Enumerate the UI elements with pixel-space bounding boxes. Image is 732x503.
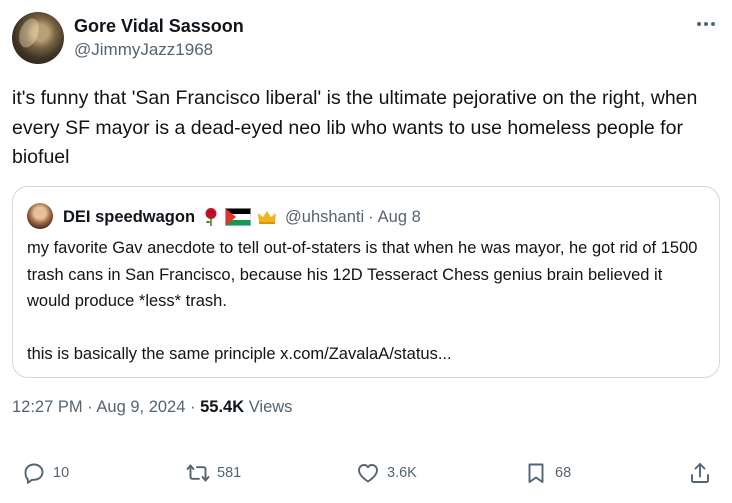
tweet-date[interactable]: Aug 9, 2024: [96, 398, 185, 416]
author-display-name[interactable]: Gore Vidal Sassoon: [74, 16, 244, 37]
tweet-header: Gore Vidal Sassoon @JimmyJazz1968: [12, 12, 720, 68]
quoted-display-name[interactable]: DEI speedwagon: [63, 208, 195, 227]
reply-icon: [24, 463, 44, 484]
like-button[interactable]: 3.6K: [356, 455, 417, 491]
repost-count: 581: [217, 465, 242, 481]
repost-icon: [186, 464, 210, 482]
repost-button[interactable]: 581: [186, 455, 241, 491]
share-icon: [691, 463, 709, 483]
palestine-flag-icon: [225, 208, 252, 226]
reply-count: 10: [53, 465, 70, 481]
tweet-metadata: 12:27 PM · Aug 9, 2024 · 55.4K Views: [12, 398, 292, 417]
meta-separator: ·: [190, 398, 196, 416]
like-count: 3.6K: [387, 465, 417, 481]
author-handle[interactable]: @JimmyJazz1968: [74, 40, 213, 60]
share-button[interactable]: [688, 455, 719, 491]
views-count: 55.4K: [200, 398, 245, 416]
views-label: Views: [248, 398, 293, 416]
avatar[interactable]: [12, 12, 64, 64]
bookmark-count: 68: [555, 465, 572, 481]
avatar-highlight: [15, 15, 43, 51]
quoted-header: DEI speedwagon @uhshanti · Aug 8: [63, 206, 421, 228]
quoted-paragraph: this is basically the same principle x.c…: [27, 345, 452, 363]
crown-icon: [257, 209, 277, 225]
bookmark-icon: [528, 463, 544, 483]
quoted-avatar[interactable]: [27, 203, 53, 229]
quoted-handle[interactable]: @uhshanti: [285, 208, 364, 227]
quoted-separator: ·: [368, 207, 374, 226]
meta-separator: ·: [87, 398, 93, 416]
tweet-time[interactable]: 12:27 PM: [12, 398, 83, 416]
rose-icon: [203, 207, 219, 227]
quoted-tweet[interactable]: DEI speedwagon @uhshanti · Aug 8 my favo…: [12, 186, 720, 378]
quoted-date[interactable]: Aug 8: [378, 208, 421, 227]
heart-icon: [358, 464, 378, 483]
more-options-icon[interactable]: [694, 14, 718, 34]
tweet-text: it's funny that 'San Francisco liberal' …: [12, 87, 698, 168]
action-bar: 10 581 3.6K 68: [0, 455, 732, 491]
quoted-paragraph: my favorite Gav anecdote to tell out-of-…: [27, 239, 698, 310]
quoted-text: my favorite Gav anecdote to tell out-of-…: [27, 235, 707, 368]
reply-button[interactable]: 10: [22, 455, 69, 491]
bookmark-button[interactable]: 68: [524, 455, 571, 491]
